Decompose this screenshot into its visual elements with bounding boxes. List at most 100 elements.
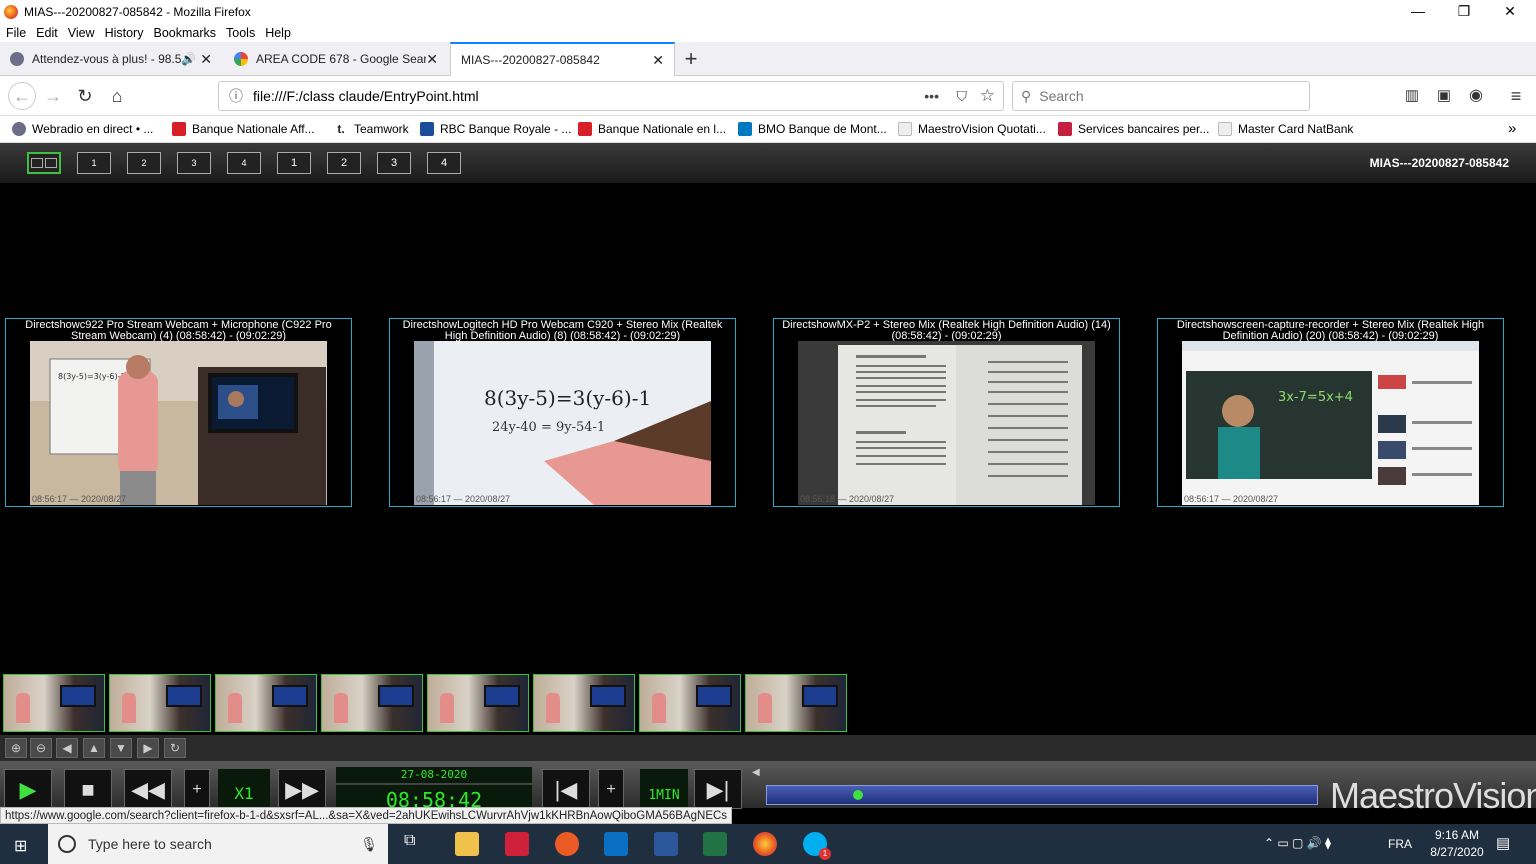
- arrow-right-icon[interactable]: ▶: [137, 738, 159, 758]
- hamburger-menu-icon[interactable]: ≡: [1504, 84, 1528, 108]
- sidebar-icon[interactable]: ▣: [1432, 84, 1456, 108]
- previous-frame-button[interactable]: |◀: [542, 769, 590, 809]
- info-icon[interactable]: ⓘ: [229, 86, 243, 106]
- more-bookmarks-chevron-icon[interactable]: »: [1508, 120, 1516, 137]
- arrow-up-icon[interactable]: ▲: [83, 738, 105, 758]
- menu-edit[interactable]: Edit: [36, 26, 58, 40]
- layout-3-button[interactable]: 3: [177, 152, 211, 174]
- outlook-icon[interactable]: [604, 832, 628, 856]
- interval-up-button[interactable]: +: [598, 769, 624, 809]
- library-icon[interactable]: ▥: [1400, 84, 1424, 108]
- firefox-taskbar-icon[interactable]: [753, 832, 777, 856]
- layout-1-button[interactable]: 1: [77, 152, 111, 174]
- camera-2-button[interactable]: 2: [327, 152, 361, 174]
- language-indicator[interactable]: FRA: [1388, 837, 1412, 851]
- excel-icon[interactable]: [703, 832, 727, 856]
- act-icon[interactable]: [555, 832, 579, 856]
- menu-history[interactable]: History: [105, 26, 144, 40]
- layout-2-button[interactable]: 2: [127, 152, 161, 174]
- timeline-thumbnail[interactable]: [321, 674, 423, 732]
- video-panel-3[interactable]: DirectshowMX-P2 + Stereo Mix (Realtek Hi…: [773, 318, 1120, 507]
- layout-grid-button[interactable]: [27, 152, 61, 174]
- video-panel-2[interactable]: DirectshowLogitech HD Pro Webcam C920 + …: [389, 318, 736, 507]
- arrow-down-icon[interactable]: ▼: [110, 738, 132, 758]
- timeline-thumbnail[interactable]: [745, 674, 847, 732]
- collapse-arrow-icon[interactable]: ◀: [752, 767, 760, 778]
- bookmark-banque-nationale-en-ligne[interactable]: Banque Nationale en l...: [578, 122, 726, 136]
- back-button[interactable]: ←: [8, 82, 36, 110]
- timeline-thumbnail[interactable]: [109, 674, 211, 732]
- zoom-out-icon[interactable]: ⊖: [30, 738, 52, 758]
- camera-4-button[interactable]: 4: [427, 152, 461, 174]
- taskbar-search-input[interactable]: Type here to search 🎙: [48, 824, 388, 864]
- close-tab-icon[interactable]: ✕: [200, 51, 212, 68]
- speed-up-button[interactable]: +: [184, 769, 210, 809]
- next-frame-button[interactable]: ▶|: [694, 769, 742, 809]
- close-tab-icon[interactable]: ✕: [652, 52, 664, 69]
- windows-start-icon[interactable]: ⊞: [14, 836, 27, 856]
- forward-button[interactable]: →: [41, 84, 65, 108]
- stop-button[interactable]: ■: [64, 769, 112, 809]
- bookmark-rbc[interactable]: RBC Banque Royale - ...: [420, 122, 571, 136]
- speaker-icon[interactable]: 🔊: [181, 52, 196, 66]
- bookmark-webradio[interactable]: Webradio en direct • ...: [12, 122, 153, 136]
- app-red-icon[interactable]: [505, 832, 529, 856]
- seek-handle[interactable]: [853, 790, 863, 800]
- task-view-icon[interactable]: ⧉: [404, 832, 428, 856]
- bookmark-bmo[interactable]: BMO Banque de Mont...: [738, 122, 887, 136]
- video-panel-1[interactable]: Directshowc922 Pro Stream Webcam + Micro…: [5, 318, 352, 507]
- camera-1-button[interactable]: 1: [277, 152, 311, 174]
- zoom-in-icon[interactable]: ⊕: [5, 738, 27, 758]
- timeline-thumbnail[interactable]: [215, 674, 317, 732]
- tab-webradio[interactable]: Attendez-vous à plus! - 98.5 🔊 ✕: [0, 42, 222, 76]
- pocket-icon[interactable]: ⛉: [957, 88, 968, 105]
- menu-view[interactable]: View: [68, 26, 95, 40]
- menu-file[interactable]: File: [6, 26, 26, 40]
- panel-caption: Directshowscreen-capture-recorder + Ster…: [1176, 319, 1485, 342]
- home-button[interactable]: ⌂: [105, 84, 129, 108]
- layout-4-button[interactable]: 4: [227, 152, 261, 174]
- reload-button[interactable]: ↻: [73, 84, 97, 108]
- notification-center-icon[interactable]: ▤: [1496, 834, 1510, 852]
- menu-bookmarks[interactable]: Bookmarks: [153, 26, 216, 40]
- bookmark-teamwork[interactable]: t. Teamwork: [334, 122, 409, 136]
- minimize-button[interactable]: —: [1395, 0, 1441, 23]
- timeline-thumbnail[interactable]: [533, 674, 635, 732]
- maximize-button[interactable]: ❐: [1441, 0, 1487, 23]
- url-bar[interactable]: ⓘ file:///F:/class claude/EntryPoint.htm…: [218, 81, 1004, 111]
- skype-icon[interactable]: 1: [803, 832, 831, 860]
- radio-site-icon: [10, 52, 24, 66]
- play-button[interactable]: ▶: [4, 769, 52, 809]
- rewind-button[interactable]: ◀◀: [124, 769, 172, 809]
- menu-tools[interactable]: Tools: [226, 26, 255, 40]
- taskbar-clock[interactable]: 9:16 AM 8/27/2020: [1420, 827, 1494, 861]
- microphone-icon[interactable]: 🎙: [360, 836, 378, 853]
- timeline-thumbnail[interactable]: [427, 674, 529, 732]
- tab-google[interactable]: AREA CODE 678 - Google Sear ✕: [224, 42, 448, 76]
- bookmark-mastercard[interactable]: Master Card NatBank: [1218, 122, 1353, 136]
- seek-bar[interactable]: [766, 785, 1318, 805]
- timeline-thumbnail[interactable]: [3, 674, 105, 732]
- timeline-thumbnail[interactable]: [639, 674, 741, 732]
- close-window-button[interactable]: ✕: [1487, 0, 1533, 23]
- refresh-icon[interactable]: ↻: [164, 738, 186, 758]
- camera-3-button[interactable]: 3: [377, 152, 411, 174]
- tab-label: Attendez-vous à plus! - 98.5: [32, 52, 182, 66]
- bookmark-star-icon[interactable]: ☆: [980, 86, 995, 106]
- tray-icons[interactable]: ⌃ ▭ ▢ 🔊 ⧫: [1264, 836, 1331, 850]
- page-actions-icon[interactable]: •••: [924, 88, 939, 104]
- search-input[interactable]: ⚲ Search: [1012, 81, 1310, 111]
- new-tab-button[interactable]: +: [679, 47, 703, 71]
- file-explorer-icon[interactable]: [455, 832, 479, 856]
- bookmark-banque-nationale-aff[interactable]: Banque Nationale Aff...: [172, 122, 315, 136]
- fast-forward-button[interactable]: ▶▶: [278, 769, 326, 809]
- bookmark-cibc[interactable]: Services bancaires per...: [1058, 122, 1209, 136]
- arrow-left-icon[interactable]: ◀: [56, 738, 78, 758]
- bookmark-maestrovision[interactable]: MaestroVision Quotati...: [898, 122, 1046, 136]
- menu-help[interactable]: Help: [265, 26, 291, 40]
- close-tab-icon[interactable]: ✕: [426, 51, 438, 68]
- video-panel-4[interactable]: Directshowscreen-capture-recorder + Ster…: [1157, 318, 1504, 507]
- account-icon[interactable]: ◉: [1464, 84, 1488, 108]
- word-icon[interactable]: [654, 832, 678, 856]
- tab-mias[interactable]: MIAS---20200827-085842 ✕: [450, 42, 675, 76]
